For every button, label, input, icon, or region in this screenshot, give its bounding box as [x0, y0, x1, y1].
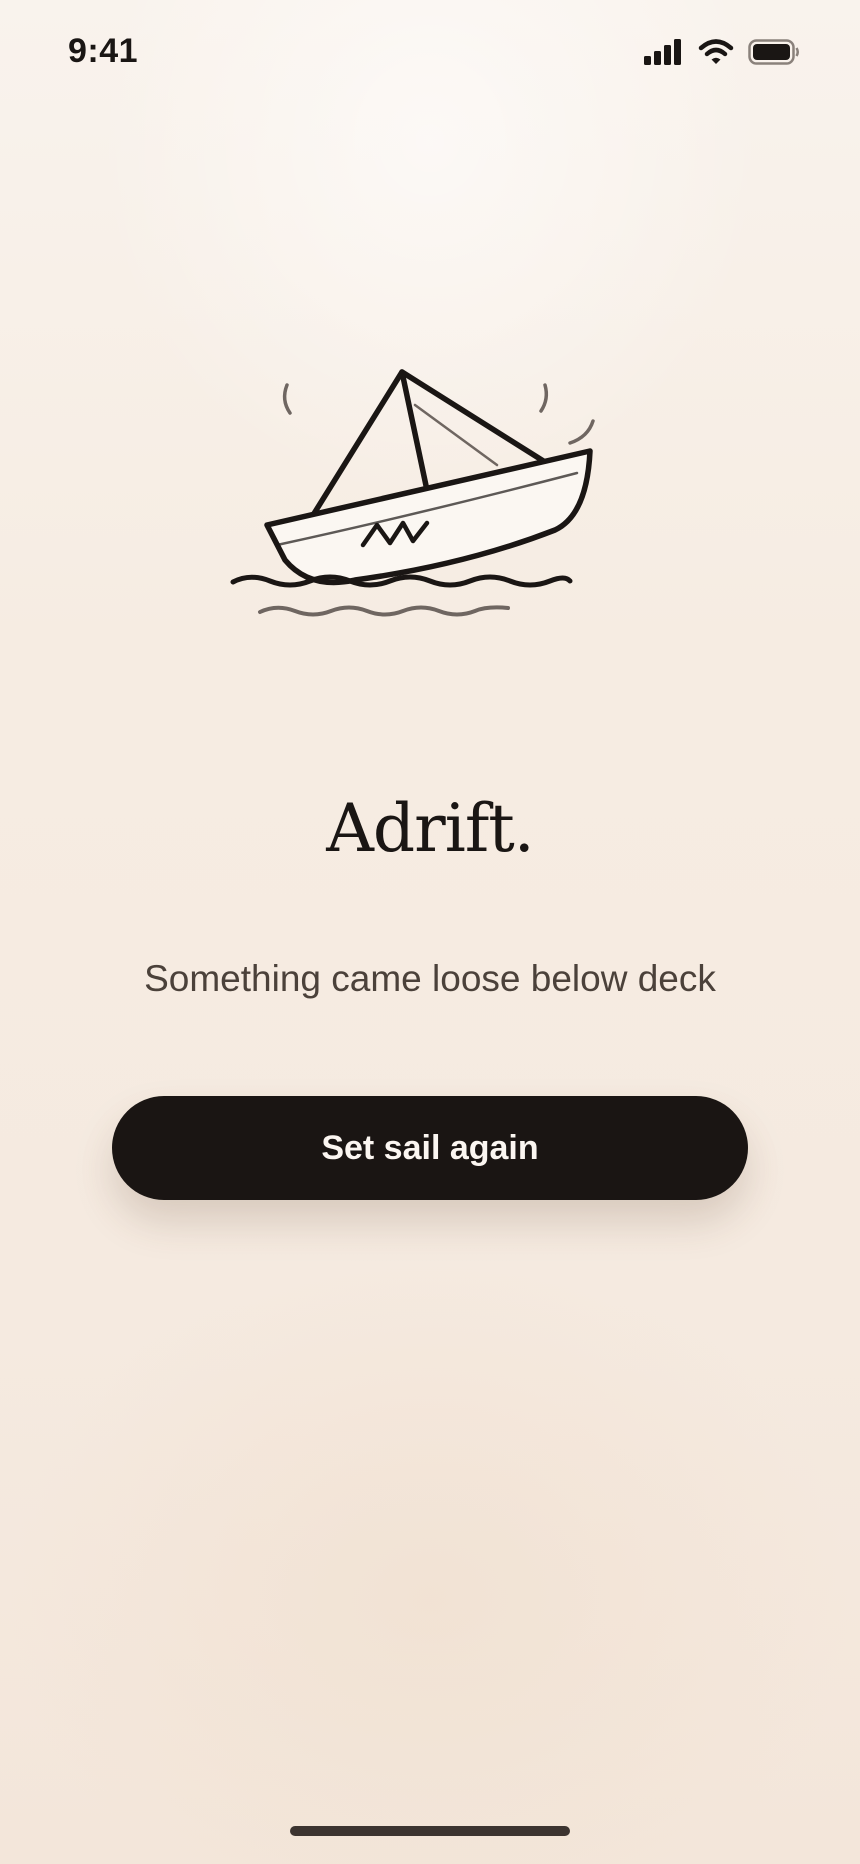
retry-button[interactable]: Set sail again [112, 1096, 748, 1200]
status-icons [644, 38, 800, 70]
cellular-signal-icon [644, 38, 684, 70]
status-bar: 9:41 [0, 0, 860, 110]
wifi-icon [698, 38, 734, 70]
paper-boat-icon [230, 369, 595, 617]
status-time: 9:41 [68, 32, 139, 70]
error-message: Something came loose below deck [144, 958, 716, 999]
paper-boat-illustration [215, 355, 615, 630]
error-title: Adrift. [326, 790, 535, 867]
battery-icon [748, 38, 800, 70]
retry-button-label: Set sail again [321, 1128, 539, 1167]
home-indicator[interactable] [290, 1826, 570, 1836]
error-screen: 9:41 Adrift. Something came loose below … [0, 0, 860, 1864]
